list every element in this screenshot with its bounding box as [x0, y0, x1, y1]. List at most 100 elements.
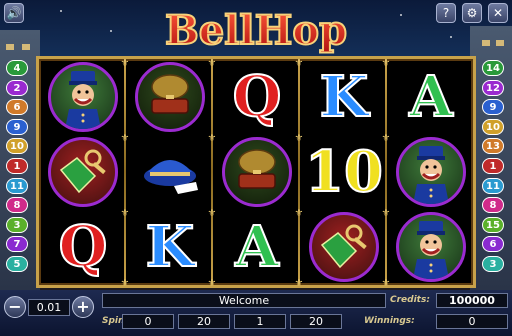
- symbol-k: K: [319, 63, 370, 131]
- credits-value: 100000: [436, 293, 508, 308]
- reel-cell: [300, 209, 388, 284]
- fleur-de-lis-icon: ⚜: [381, 208, 391, 219]
- payline-marker[interactable]: 8: [482, 197, 504, 214]
- reel-cell: [387, 209, 475, 284]
- speaker-icon[interactable]: 🔊: [4, 3, 24, 23]
- reel-separator: [298, 59, 300, 285]
- game-logo: BellHop: [164, 6, 348, 54]
- key-tag-icon: [59, 149, 106, 193]
- room-tag-symbol: [48, 136, 118, 207]
- reel-separator: [385, 59, 387, 285]
- spins-value: 0: [122, 314, 174, 329]
- reel-3: Q A: [213, 59, 301, 285]
- bellhop-hat-icon: [144, 159, 198, 194]
- symbol-10: 10: [304, 138, 384, 206]
- payline-marker[interactable]: 6: [6, 99, 28, 116]
- suitcase-icon: [238, 148, 276, 189]
- payline-marker[interactable]: 13: [482, 138, 504, 155]
- total-bet-value: 20: [290, 314, 342, 329]
- reel-cell: 10: [300, 134, 388, 209]
- payline-marker[interactable]: 1: [6, 158, 28, 174]
- payline-marker[interactable]: 3: [482, 256, 504, 272]
- help-icon[interactable]: ?: [436, 3, 456, 23]
- key-tag-icon: [320, 224, 367, 268]
- fleur-de-lis-icon: ⚜: [120, 133, 130, 144]
- bet-decrease-button[interactable]: −: [4, 296, 26, 318]
- bet-value-display: 0.01: [28, 299, 70, 316]
- fleur-de-lis-icon: ⚜: [207, 278, 217, 289]
- control-panel: − 0.01 + Welcome Credits: 100000 Spins: …: [0, 290, 512, 336]
- reel-cell: [39, 134, 127, 209]
- close-icon[interactable]: ✕: [488, 3, 508, 23]
- reel-cell: [39, 59, 127, 134]
- fleur-de-lis-icon: ⚜: [381, 278, 391, 289]
- fleur-de-lis-icon: ⚜: [294, 133, 304, 144]
- fleur-de-lis-icon: ⚜: [207, 133, 217, 144]
- payline-marker[interactable]: 10: [6, 138, 28, 155]
- suitcase-symbol: [222, 136, 292, 207]
- winnings-label: Winnings:: [364, 316, 415, 326]
- bellhop-symbol: [48, 61, 118, 132]
- payline-marker[interactable]: 9: [482, 99, 504, 116]
- winnings-value: 0: [436, 314, 508, 329]
- payline-marker[interactable]: 14: [482, 60, 504, 76]
- credits-label: Credits:: [390, 295, 430, 305]
- reel-5: A: [387, 59, 475, 285]
- game-screen: 🔊 ? ⚙ ✕ BellHop 4 2 6 9 10 1 11 8 3 7 5 14 12 9 10 13 1…: [0, 0, 512, 336]
- payline-marker[interactable]: 15: [482, 216, 504, 233]
- payline-marker[interactable]: 10: [482, 118, 504, 135]
- reel-cell: A: [387, 59, 475, 134]
- fleur-de-lis-icon: ⚜: [294, 278, 304, 289]
- symbol-a: A: [234, 213, 279, 281]
- message-display: Welcome: [102, 293, 386, 308]
- payline-marker[interactable]: 11: [482, 177, 504, 194]
- payline-marker[interactable]: 5: [6, 256, 28, 272]
- symbol-k: K: [145, 213, 196, 281]
- reel-cell: [126, 134, 214, 209]
- bellhop-symbol: [396, 211, 466, 282]
- reel-cell: K: [300, 59, 388, 134]
- reel-1: Q: [39, 59, 127, 285]
- bet-increase-button[interactable]: +: [72, 296, 94, 318]
- payline-marker[interactable]: 7: [6, 236, 28, 253]
- reel-cell: [213, 134, 301, 209]
- logo-text: BellHop: [165, 7, 347, 54]
- payline-marker[interactable]: 1: [482, 158, 504, 174]
- payline-marker[interactable]: 9: [6, 118, 28, 135]
- payline-marker[interactable]: 8: [6, 197, 28, 214]
- reel-2: K: [126, 59, 214, 285]
- reel-cell: Q: [39, 209, 127, 284]
- reel-cell: [387, 134, 475, 209]
- reel-4: K 10: [300, 59, 388, 285]
- suitcase-icon: [151, 73, 189, 114]
- fleur-de-lis-icon: ⚜: [207, 58, 217, 69]
- payline-marker[interactable]: 12: [482, 79, 504, 96]
- symbol-q: Q: [232, 63, 283, 131]
- bellhop-symbol: [396, 136, 466, 207]
- reel-cell: Q: [213, 59, 301, 134]
- payline-marker[interactable]: 2: [6, 79, 28, 96]
- bellhop-icon: [413, 220, 449, 279]
- bellhop-icon: [65, 70, 101, 129]
- symbol-q: Q: [58, 213, 109, 281]
- reel-window: Q K ⚜ ⚜ ⚜ ⚜ Q A ⚜ ⚜ ⚜ ⚜ K 10 ⚜ ⚜ ⚜ ⚜ A ⚜…: [36, 56, 476, 289]
- suitcase-symbol: [135, 61, 205, 132]
- lines-value: 20: [178, 314, 230, 329]
- bet-multiplier-value: 1: [234, 314, 286, 329]
- fleur-de-lis-icon: ⚜: [294, 58, 304, 69]
- reel-cell: [126, 59, 214, 134]
- symbol-a: A: [408, 63, 453, 131]
- room-tag-symbol: [309, 211, 379, 282]
- payline-marker[interactable]: 11: [6, 177, 28, 194]
- reel-cell: K: [126, 209, 214, 284]
- reel-separator: [211, 59, 213, 285]
- fleur-de-lis-icon: ⚜: [381, 133, 391, 144]
- settings-icon[interactable]: ⚙: [462, 3, 482, 23]
- payline-marker[interactable]: 3: [6, 216, 28, 233]
- payline-marker[interactable]: 4: [6, 60, 28, 76]
- payline-marker[interactable]: 6: [482, 236, 504, 253]
- fleur-de-lis-icon: ⚜: [120, 208, 130, 219]
- fleur-de-lis-icon: ⚜: [294, 208, 304, 219]
- fleur-de-lis-icon: ⚜: [120, 278, 130, 289]
- fleur-de-lis-icon: ⚜: [381, 58, 391, 69]
